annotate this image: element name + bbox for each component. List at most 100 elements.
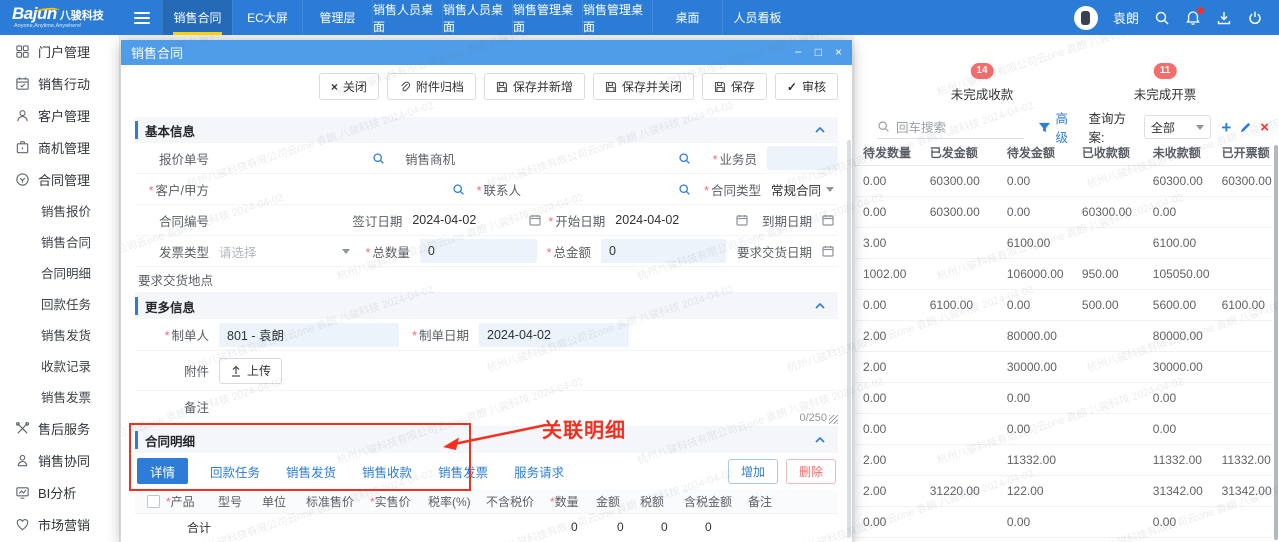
resize-grip-icon[interactable] — [829, 415, 838, 424]
minimize-button[interactable]: − — [795, 40, 802, 65]
summary-row[interactable]: 2.0011332.0011332.0011332.00 — [855, 445, 1272, 476]
summary-row[interactable]: 1002.00106000.00950.00105050.00 — [855, 259, 1272, 290]
section-more-info[interactable]: 更多信息 — [135, 293, 838, 319]
topbar-tab[interactable]: 销售人员桌面 — [442, 0, 512, 35]
table-scrollbar[interactable] — [1274, 145, 1278, 540]
sidebar-item[interactable]: 合同管理 — [0, 163, 119, 195]
search-icon[interactable] — [1154, 10, 1170, 26]
toolbar-button[interactable]: ✓审核 — [775, 73, 838, 100]
topbar-tab[interactable]: 桌面 — [652, 0, 722, 35]
summary-row[interactable]: 2.0030000.0030000.00 — [855, 352, 1272, 383]
delivery-date-field[interactable] — [822, 239, 838, 263]
chevron-up-icon[interactable] — [814, 434, 826, 446]
sidebar-subitem[interactable]: 销售合同 — [0, 226, 119, 257]
sign-date-field[interactable]: 2024-04-02 — [412, 208, 545, 232]
search-icon[interactable] — [678, 152, 695, 165]
delete-row-button[interactable]: 删除 — [786, 459, 836, 484]
contract-no-field[interactable] — [219, 208, 346, 232]
detail-tab[interactable]: 销售收款 — [358, 458, 416, 484]
summary-row[interactable]: 0.0060300.000.0060300.0060300.00 — [855, 166, 1272, 197]
bell-icon[interactable] — [1185, 10, 1201, 26]
summary-row[interactable]: 0.000.000.00 — [855, 414, 1272, 445]
sidebar-item[interactable]: 售后服务 — [0, 412, 119, 444]
detail-tab[interactable]: 销售发票 — [434, 458, 492, 484]
summary-row[interactable]: 0.000.000.00 — [855, 383, 1272, 414]
query-plan-select[interactable]: 全部 — [1144, 115, 1211, 139]
section-basic-info[interactable]: 基本信息 — [135, 117, 838, 143]
search-icon[interactable] — [372, 152, 389, 165]
toolbar-button[interactable]: 保存并关闭 — [593, 73, 694, 100]
sidebar-subitem[interactable]: 收款记录 — [0, 350, 119, 381]
sidebar-item[interactable]: 客户管理 — [0, 99, 119, 131]
make-date-field[interactable]: 2024-04-02 — [479, 323, 629, 347]
summary-row[interactable]: 3.006100.006100.00 — [855, 228, 1272, 259]
summary-row[interactable]: 0.000.000.00 — [855, 507, 1272, 538]
stat-uncollected[interactable]: 14 未完成收款 — [951, 60, 1014, 103]
edit-query-plan-icon[interactable] — [1239, 121, 1252, 134]
topbar-tab[interactable]: 销售人员桌面 — [372, 0, 442, 35]
topbar-tab[interactable]: 人员看板 — [722, 0, 792, 35]
invoice-type-select[interactable]: 请选择 — [219, 239, 354, 263]
contract-type-select[interactable]: 常规合同 — [771, 177, 838, 201]
sidebar-item[interactable]: 商机管理 — [0, 131, 119, 163]
sidebar-item[interactable]: BI分析 — [0, 476, 119, 508]
upload-button[interactable]: 上传 — [219, 358, 282, 384]
opportunity-field[interactable] — [465, 146, 695, 170]
power-icon[interactable] — [1247, 10, 1263, 26]
topbar-tab[interactable]: 管理层 — [302, 0, 372, 35]
toolbar-button[interactable]: 保存 — [702, 73, 767, 100]
search-input[interactable]: 回车搜索 — [877, 115, 1024, 139]
add-query-plan-button[interactable]: + — [1221, 119, 1231, 136]
toolbar-button[interactable]: ×关闭 — [319, 73, 379, 100]
sidebar-subitem[interactable]: 销售报价 — [0, 195, 119, 226]
add-row-button[interactable]: 增加 — [728, 459, 778, 484]
sidebar-item[interactable]: 市场营销 — [0, 508, 119, 540]
maker-field[interactable]: 801 - 袁朗 — [219, 323, 399, 347]
toolbar-button[interactable]: 保存并新增 — [484, 73, 585, 100]
sidebar-item[interactable]: 门户管理 — [0, 35, 119, 67]
total-amount-field[interactable]: 0 — [601, 239, 726, 263]
section-contract-detail[interactable]: 合同明细 — [135, 427, 838, 453]
salesman-field[interactable] — [767, 146, 838, 170]
sidebar-item[interactable]: 销售协同 — [0, 444, 119, 476]
start-date-field[interactable]: 2024-04-02 — [615, 208, 752, 232]
filter-funnel-icon[interactable] — [1038, 121, 1051, 134]
dialog-titlebar[interactable]: 销售合同 − □ × — [121, 40, 852, 65]
topbar-tab[interactable]: EC大屏 — [232, 0, 302, 35]
sidebar-subitem[interactable]: 回款任务 — [0, 288, 119, 319]
summary-row[interactable]: 2.0031220.00122.0031342.0031342.00 — [855, 476, 1272, 507]
topbar-tab[interactable]: 销售管理桌面 — [512, 0, 582, 35]
summary-row[interactable]: 0.0060300.000.0060300.000.00 — [855, 197, 1272, 228]
summary-row[interactable]: 0.006100.000.00500.005600.006100.00 — [855, 290, 1272, 321]
sidebar-item[interactable]: 销售行动 — [0, 67, 119, 99]
total-qty-field[interactable]: 0 — [420, 239, 537, 263]
select-all-checkbox[interactable] — [147, 495, 160, 508]
chevron-up-icon[interactable] — [814, 300, 826, 312]
topbar-tab[interactable]: 销售合同 — [162, 0, 232, 35]
delivery-place-field[interactable] — [219, 268, 838, 292]
stat-uninvoiced[interactable]: 11 未完成开票 — [1134, 60, 1197, 103]
topbar-tab[interactable]: 销售管理桌面 — [582, 0, 652, 35]
summary-row[interactable]: 2.0080000.0080000.00 — [855, 321, 1272, 352]
sidebar-subitem[interactable]: 销售发货 — [0, 319, 119, 350]
detail-tab[interactable]: 销售发货 — [282, 458, 340, 484]
toolbar-button[interactable]: 附件归档 — [387, 73, 476, 100]
end-date-field[interactable] — [822, 208, 838, 232]
sidebar-subitem[interactable]: 销售发票 — [0, 381, 119, 412]
contact-field[interactable] — [531, 177, 695, 201]
search-icon[interactable] — [452, 183, 469, 196]
download-icon[interactable] — [1216, 10, 1232, 26]
sidebar-subitem[interactable]: 合同明细 — [0, 257, 119, 288]
detail-tab[interactable]: 服务请求 — [510, 458, 568, 484]
chevron-up-icon[interactable] — [814, 124, 826, 136]
hamburger-menu-icon[interactable] — [134, 9, 150, 27]
dialog-scrollbar[interactable] — [847, 140, 851, 538]
detail-tab[interactable]: 详情 — [137, 458, 188, 484]
detail-tab[interactable]: 回款任务 — [206, 458, 264, 484]
customer-field[interactable] — [219, 177, 469, 201]
maximize-button[interactable]: □ — [815, 40, 822, 65]
quote-no-field[interactable] — [219, 146, 389, 170]
avatar[interactable] — [1074, 6, 1098, 30]
delete-query-plan-icon[interactable]: × — [1260, 120, 1269, 135]
search-icon[interactable] — [678, 183, 695, 196]
